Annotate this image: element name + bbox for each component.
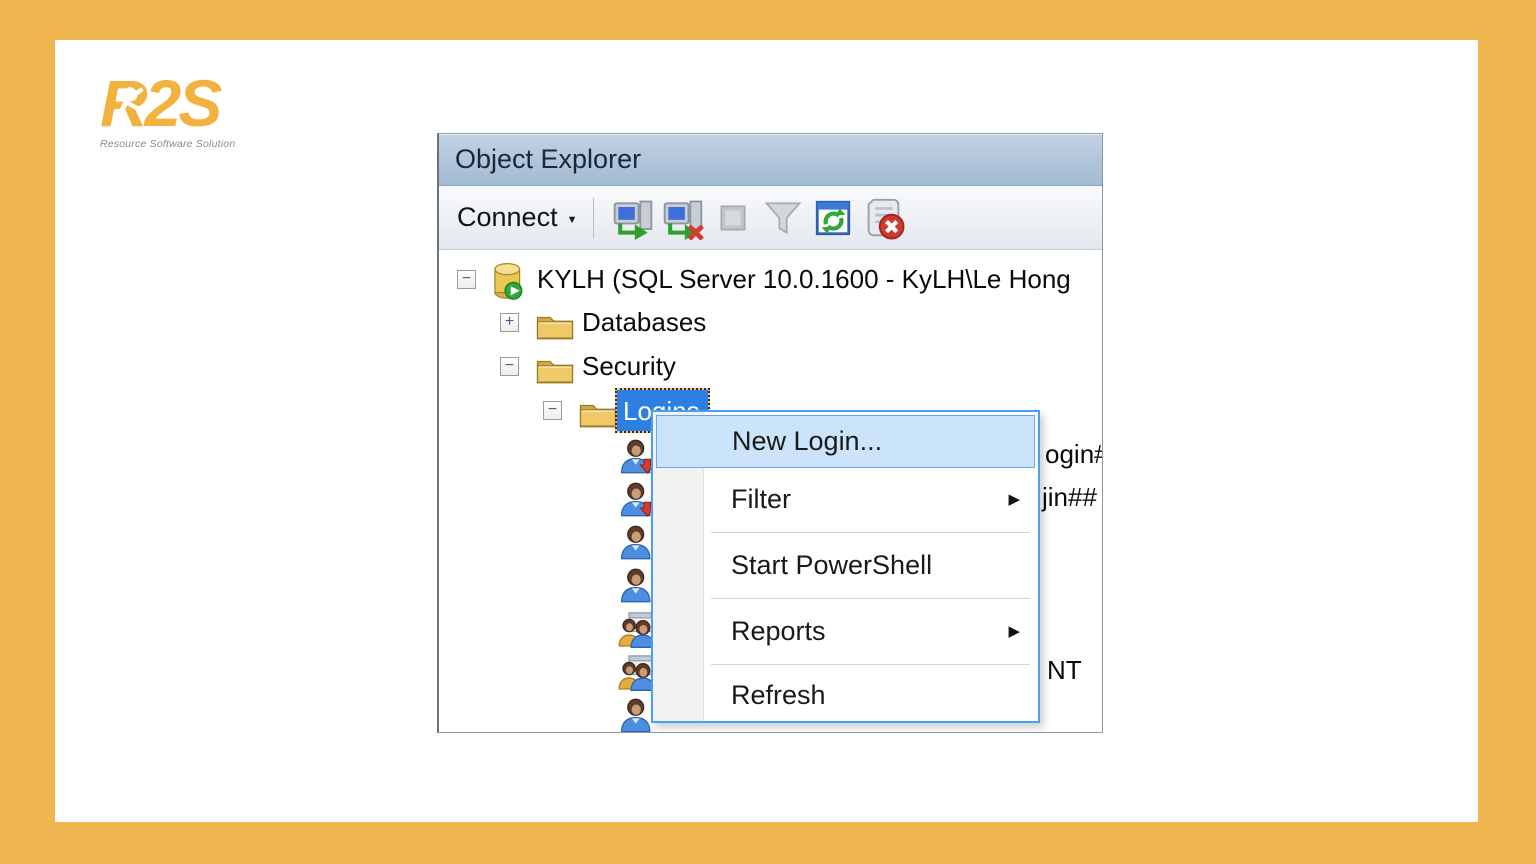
menu-item-refresh[interactable]: Refresh — [653, 669, 1038, 721]
expander-minus-icon[interactable]: − — [543, 401, 562, 420]
disconnect-icon — [661, 196, 705, 240]
connect-button[interactable]: Connect ▼ — [439, 202, 577, 233]
connect-object-explorer-button[interactable] — [608, 192, 658, 244]
disconnect-button[interactable] — [658, 192, 708, 244]
menu-item-new-login[interactable]: New Login... — [656, 415, 1035, 468]
r2s-logo: R2S Resource Software Solution — [100, 70, 280, 150]
login-label-fragment: NT — [1047, 649, 1082, 692]
logo-person-icon — [110, 84, 144, 136]
connect-button-label: Connect — [457, 202, 558, 233]
stop-button[interactable] — [708, 192, 758, 244]
menu-item-filter[interactable]: Filter ▶ — [653, 471, 1038, 527]
menu-item-label: Filter — [731, 484, 791, 515]
script-error-icon — [860, 195, 906, 241]
server-node-label: KYLH (SQL Server 10.0.1600 - KyLH\Le Hon… — [537, 258, 1071, 301]
chevron-down-icon: ▼ — [567, 210, 578, 226]
object-explorer-toolbar: Connect ▼ — [439, 186, 1102, 250]
submenu-arrow-icon: ▶ — [1008, 490, 1020, 508]
toolbar-separator — [593, 198, 594, 238]
login-user-icon — [619, 697, 655, 732]
login-disabled-icon — [619, 481, 655, 517]
menu-separator — [711, 532, 1030, 533]
login-label-fragment: jin## — [1042, 476, 1097, 519]
login-user-icon — [619, 524, 655, 560]
databases-node-label: Databases — [582, 301, 706, 344]
filter-button[interactable] — [758, 192, 808, 244]
filter-icon — [761, 196, 805, 240]
menu-item-start-powershell[interactable]: Start PowerShell — [653, 537, 1038, 593]
disable-script-button[interactable] — [858, 192, 908, 244]
stop-icon — [713, 198, 753, 238]
menu-separator — [711, 598, 1030, 599]
menu-item-reports[interactable]: Reports ▶ — [653, 603, 1038, 659]
login-user-icon — [619, 567, 655, 603]
refresh-button[interactable] — [808, 192, 858, 244]
logo-caption: Resource Software Solution — [100, 138, 280, 150]
menu-item-label: New Login... — [732, 426, 882, 457]
tree-row-databases[interactable]: + Databases — [439, 301, 1102, 344]
panel-title: Object Explorer — [455, 144, 641, 175]
expander-minus-icon[interactable]: − — [500, 357, 519, 376]
folder-icon — [536, 310, 574, 340]
tree-row-server[interactable]: − KYLH (SQL Server 10.0.1600 - KyLH\Le H… — [439, 258, 1102, 301]
expander-plus-icon[interactable]: + — [500, 313, 519, 332]
submenu-arrow-icon: ▶ — [1008, 622, 1020, 640]
menu-item-label: Start PowerShell — [731, 550, 932, 581]
menu-item-label: Refresh — [731, 680, 826, 711]
menu-separator — [711, 664, 1030, 665]
context-menu: New Login... Filter ▶ Start PowerShell R… — [651, 410, 1040, 723]
refresh-icon — [812, 197, 854, 239]
login-label-fragment: ogin## — [1045, 433, 1102, 476]
slide-page: R2S Resource Software Solution Object Ex… — [0, 0, 1536, 864]
object-explorer-titlebar: Object Explorer — [439, 134, 1102, 186]
expander-minus-icon[interactable]: − — [457, 270, 476, 289]
security-node-label: Security — [582, 345, 676, 388]
slide-surface: R2S Resource Software Solution Object Ex… — [55, 40, 1478, 822]
sql-server-icon — [491, 263, 526, 300]
menu-item-label: Reports — [731, 616, 826, 647]
tree-row-security[interactable]: − Security — [439, 345, 1102, 388]
connect-icon — [611, 196, 655, 240]
folder-icon — [536, 354, 574, 384]
login-disabled-icon — [619, 438, 655, 474]
folder-icon — [579, 398, 617, 428]
